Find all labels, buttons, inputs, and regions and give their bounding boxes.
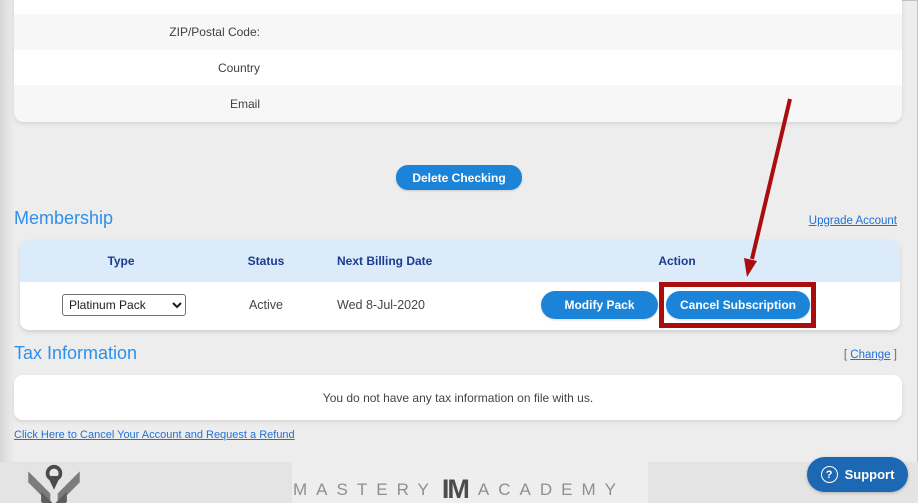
column-header-next-billing-date: Next Billing Date [337,254,432,268]
footer-brand: MASTERY IM ACADEMY [0,462,918,503]
country-label: Country [14,61,260,75]
bracket-open: [ [844,349,847,361]
column-header-type: Type [41,254,201,268]
profile-card: ZIP/Postal Code: Country Email [14,0,902,122]
brand-mastery-text: MASTERY [293,480,438,500]
membership-table: Type Status Next Billing Date Action Pla… [20,240,900,330]
membership-status-value: Active [186,298,346,312]
profile-row-country: Country [14,50,902,86]
page-left-gutter [0,0,14,462]
support-button[interactable]: ? Support [807,457,908,492]
upgrade-account-link[interactable]: Upgrade Account [809,215,897,227]
delete-checking-button[interactable]: Delete Checking [396,165,522,190]
tax-change-link[interactable]: Change [850,349,890,361]
tax-change-line: [ Change ] [844,349,897,361]
bracket-close: ] [894,349,897,361]
tax-information-heading: Tax Information [14,343,137,364]
tax-empty-message: You do not have any tax information on f… [323,391,593,405]
membership-row: Platinum Pack Active Wed 8-Jul-2020 Modi… [20,282,900,330]
footer: MASTERY IM ACADEMY [0,462,918,503]
membership-type-select[interactable]: Platinum Pack [62,294,186,316]
modify-pack-button[interactable]: Modify Pack [541,291,658,319]
email-label: Email [14,97,260,111]
brand-im-logo: IM [442,477,468,501]
zip-label: ZIP/Postal Code: [14,25,260,39]
membership-heading: Membership [14,208,113,229]
membership-table-header: Type Status Next Billing Date Action [20,240,900,282]
column-header-status: Status [186,254,346,268]
profile-row-email: Email [14,85,902,122]
account-page: ZIP/Postal Code: Country Email Delete Ch… [0,0,918,503]
cancel-subscription-button[interactable]: Cancel Subscription [666,291,810,319]
membership-billing-date-value: Wed 8-Jul-2020 [337,298,425,312]
tax-information-card: You do not have any tax information on f… [14,375,902,420]
question-mark-icon: ? [821,466,838,483]
profile-row-zip: ZIP/Postal Code: [14,14,902,50]
brand-academy-text: ACADEMY [478,480,625,500]
cancel-account-refund-link[interactable]: Click Here to Cancel Your Account and Re… [14,429,295,441]
support-label: Support [845,467,895,482]
column-header-action: Action [597,254,757,268]
